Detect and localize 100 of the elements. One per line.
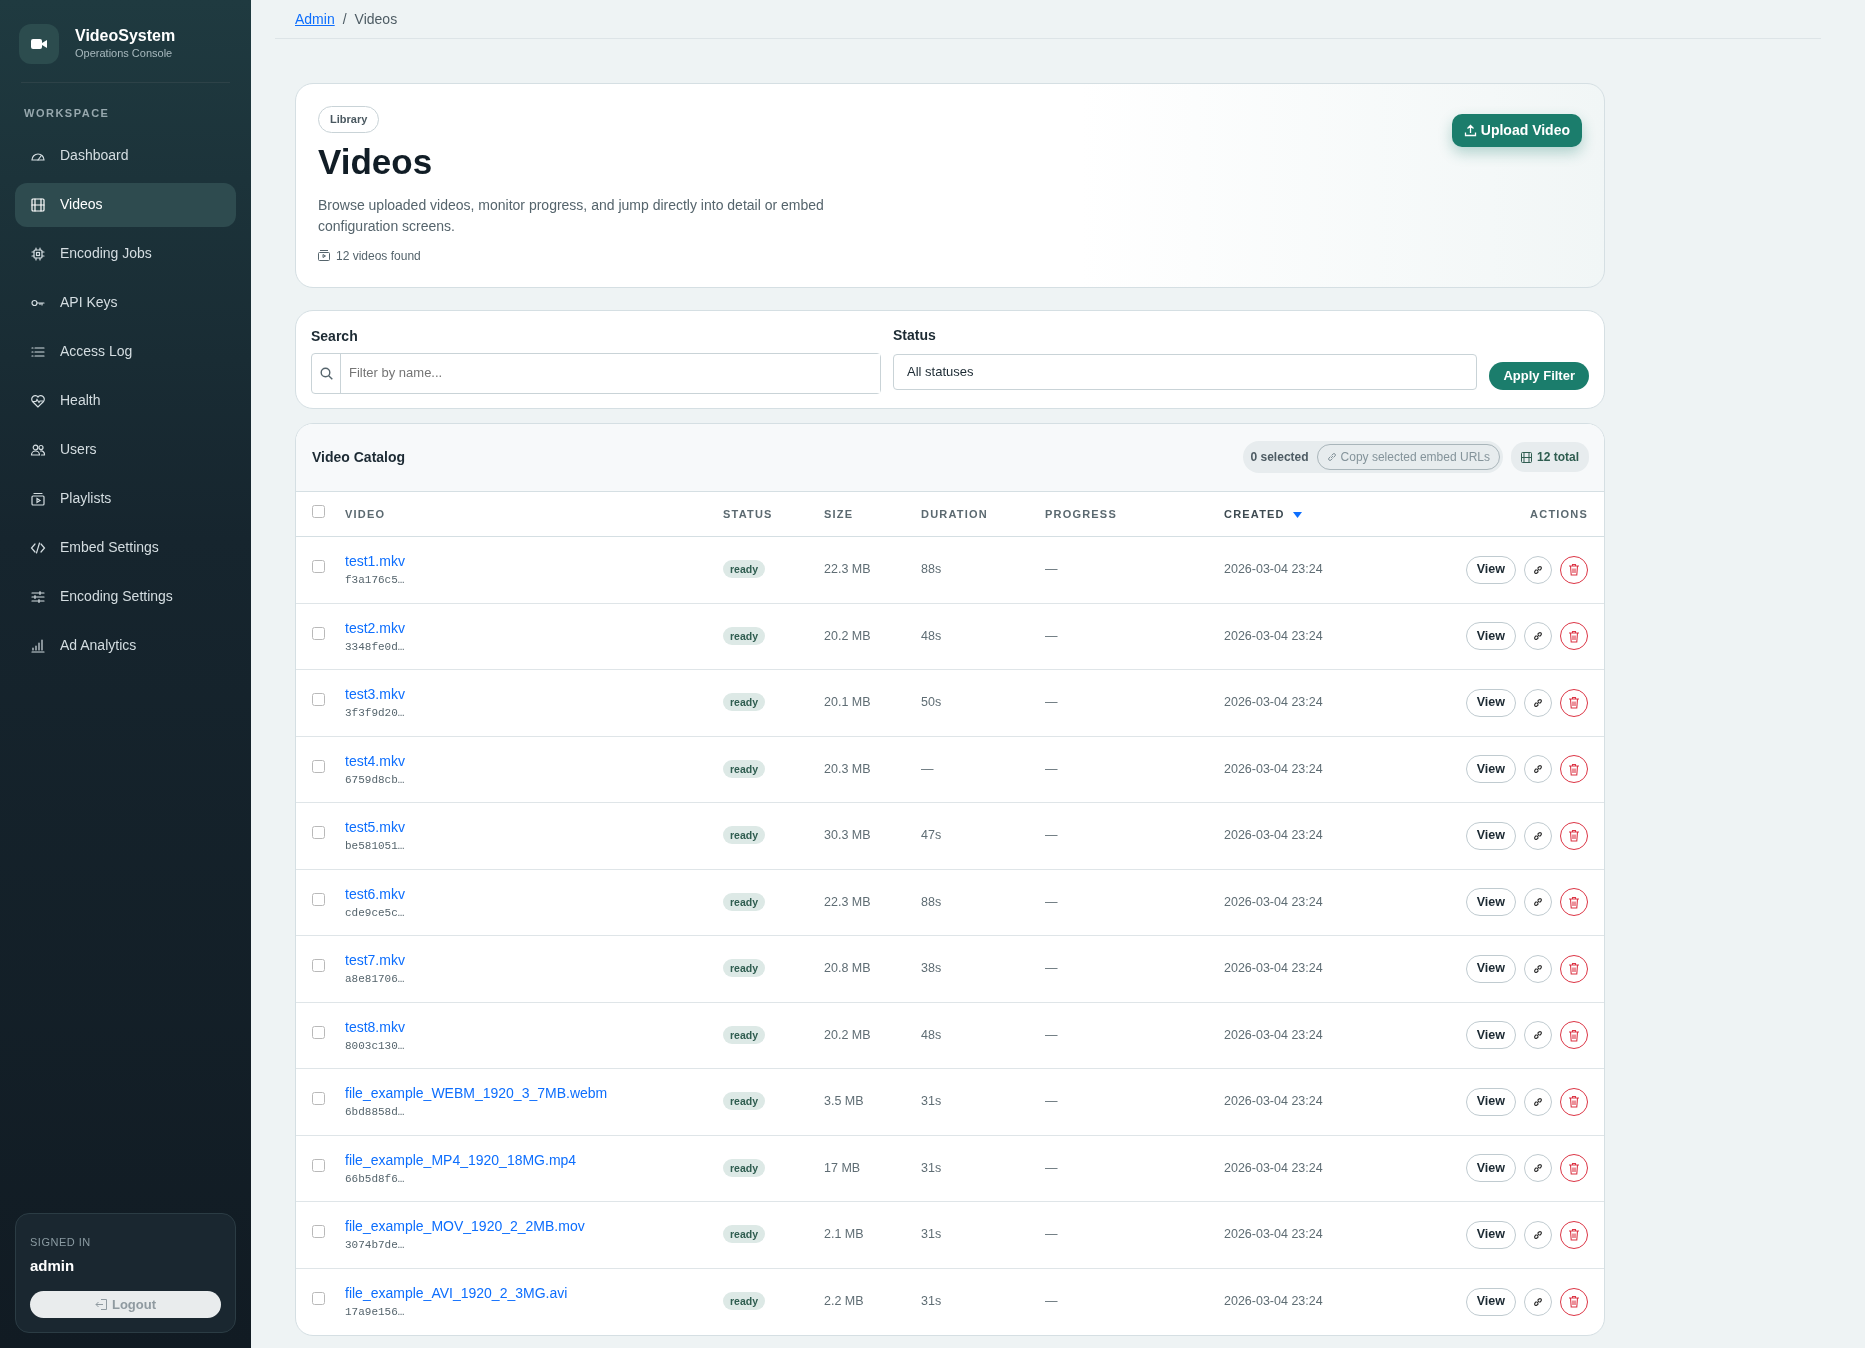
delete-button[interactable] xyxy=(1560,555,1588,584)
video-name-link[interactable]: file_example_WEBM_1920_3_7MB.webm xyxy=(345,1085,608,1101)
copy-link-button[interactable] xyxy=(1524,688,1552,717)
upload-video-button[interactable]: Upload Video xyxy=(1451,114,1582,147)
video-name-link[interactable]: test5.mkv xyxy=(345,819,405,835)
video-name-link[interactable]: file_example_MP4_1920_18MG.mp4 xyxy=(345,1151,577,1168)
row-checkbox[interactable] xyxy=(312,626,325,640)
sidebar-item[interactable]: Ad Analytics xyxy=(15,623,236,668)
delete-button[interactable] xyxy=(1560,821,1588,850)
copy-link-button[interactable] xyxy=(1524,888,1552,917)
apply-filter-button[interactable]: Apply Filter xyxy=(1489,361,1589,390)
link-icon xyxy=(1533,764,1543,775)
video-name-link[interactable]: file_example_MOV_1920_2_2MB.mov xyxy=(345,1218,585,1234)
view-button[interactable]: View xyxy=(1465,555,1516,584)
delete-button[interactable] xyxy=(1560,1287,1588,1316)
trash-icon xyxy=(1568,1095,1580,1109)
view-button[interactable]: View xyxy=(1465,1087,1516,1116)
video-name-link[interactable]: test2.mkv xyxy=(345,619,405,636)
view-button[interactable]: View xyxy=(1465,755,1516,784)
delete-button[interactable] xyxy=(1560,1021,1588,1050)
view-button[interactable]: View xyxy=(1465,622,1516,651)
copy-link-button[interactable] xyxy=(1524,1021,1552,1050)
film-icon xyxy=(1521,451,1532,463)
delete-button[interactable] xyxy=(1560,1154,1588,1183)
status-select[interactable]: All statuses xyxy=(893,353,1478,390)
search-field[interactable]: Filter by name... xyxy=(311,352,881,394)
video-name-link[interactable]: test4.mkv xyxy=(345,752,405,769)
file-size: 2.2 MB xyxy=(824,1294,864,1309)
copy-link-button[interactable] xyxy=(1524,1287,1552,1316)
delete-button[interactable] xyxy=(1560,1087,1588,1116)
video-name-link[interactable]: file_example_AVI_1920_2_3MG.avi xyxy=(345,1284,568,1301)
progress-value: — xyxy=(1045,961,1058,976)
view-button[interactable]: View xyxy=(1465,821,1516,850)
sidebar-item[interactable]: Embed Settings xyxy=(15,525,236,570)
sidebar-item[interactable]: API Keys xyxy=(15,280,236,325)
sidebar-item[interactable]: Access Log xyxy=(15,329,236,374)
sidebar-item[interactable]: Users xyxy=(15,427,236,472)
view-button[interactable]: View xyxy=(1465,1287,1516,1316)
view-button[interactable]: View xyxy=(1465,1154,1516,1183)
breadcrumb-link[interactable]: Admin xyxy=(295,9,335,30)
row-checkbox[interactable] xyxy=(312,826,325,840)
row-checkbox[interactable] xyxy=(312,1292,325,1306)
total-count: 12 total xyxy=(1537,449,1579,466)
copy-link-button[interactable] xyxy=(1524,1087,1552,1116)
delete-button[interactable] xyxy=(1560,688,1588,717)
row-checkbox[interactable] xyxy=(312,693,325,707)
sidebar-item[interactable]: Health xyxy=(15,378,236,423)
trash-icon xyxy=(1568,762,1580,776)
copy-link-button[interactable] xyxy=(1524,1220,1552,1249)
column-header: VIDEO xyxy=(345,507,386,520)
sliders-icon xyxy=(30,588,46,605)
copy-link-button[interactable] xyxy=(1524,622,1552,651)
copy-link-button[interactable] xyxy=(1524,1154,1552,1183)
view-button[interactable]: View xyxy=(1465,954,1516,983)
row-checkbox[interactable] xyxy=(312,560,325,574)
row-checkbox[interactable] xyxy=(312,959,325,973)
duration: 48s xyxy=(921,628,942,643)
video-name-link[interactable]: test6.mkv xyxy=(345,885,405,902)
brand-subtitle: Operations Console xyxy=(75,46,174,62)
row-checkbox[interactable] xyxy=(312,1158,325,1172)
delete-button[interactable] xyxy=(1560,954,1588,983)
delete-button[interactable] xyxy=(1560,622,1588,651)
row-checkbox[interactable] xyxy=(312,892,325,906)
status-tag: ready xyxy=(723,626,766,645)
delete-button[interactable] xyxy=(1560,755,1588,784)
row-checkbox[interactable] xyxy=(312,1092,325,1106)
code-icon xyxy=(30,539,46,556)
video-id: a8e81706… xyxy=(345,972,406,987)
video-name-link[interactable]: test7.mkv xyxy=(345,952,405,968)
link-icon xyxy=(1533,631,1543,642)
delete-button[interactable] xyxy=(1560,888,1588,917)
video-name-link[interactable]: test3.mkv xyxy=(345,686,405,702)
sidebar-item[interactable]: Videos xyxy=(15,182,236,227)
view-button[interactable]: View xyxy=(1465,1021,1516,1050)
copy-link-button[interactable] xyxy=(1524,954,1552,983)
view-button[interactable]: View xyxy=(1465,688,1516,717)
copy-link-button[interactable] xyxy=(1524,821,1552,850)
copy-link-button[interactable] xyxy=(1524,555,1552,584)
sidebar-item[interactable]: Encoding Settings xyxy=(15,574,236,619)
delete-button[interactable] xyxy=(1560,1220,1588,1249)
trash-icon xyxy=(1568,1295,1580,1308)
sidebar-item[interactable]: Encoding Jobs xyxy=(15,231,236,276)
duration: 88s xyxy=(921,562,942,577)
progress-value: — xyxy=(1045,695,1058,710)
video-name-link[interactable]: test8.mkv xyxy=(345,1018,405,1035)
sidebar-item[interactable]: Playlists xyxy=(15,476,236,521)
upload-icon xyxy=(1463,124,1477,137)
select-all-checkbox[interactable] xyxy=(312,505,325,518)
row-checkbox[interactable] xyxy=(312,1225,325,1239)
row-checkbox[interactable] xyxy=(312,759,325,773)
sort-desc-icon[interactable] xyxy=(1292,511,1302,518)
copy-link-button[interactable] xyxy=(1524,755,1552,784)
status-tag: ready xyxy=(723,1225,766,1244)
row-checkbox[interactable] xyxy=(312,1025,325,1039)
view-button[interactable]: View xyxy=(1465,1220,1516,1249)
status-tag: ready xyxy=(723,892,766,911)
view-button[interactable]: View xyxy=(1465,888,1516,917)
sidebar-item[interactable]: Dashboard xyxy=(15,133,236,178)
selected-count: 0 selected xyxy=(1250,449,1309,466)
video-name-link[interactable]: test1.mkv xyxy=(345,553,405,569)
